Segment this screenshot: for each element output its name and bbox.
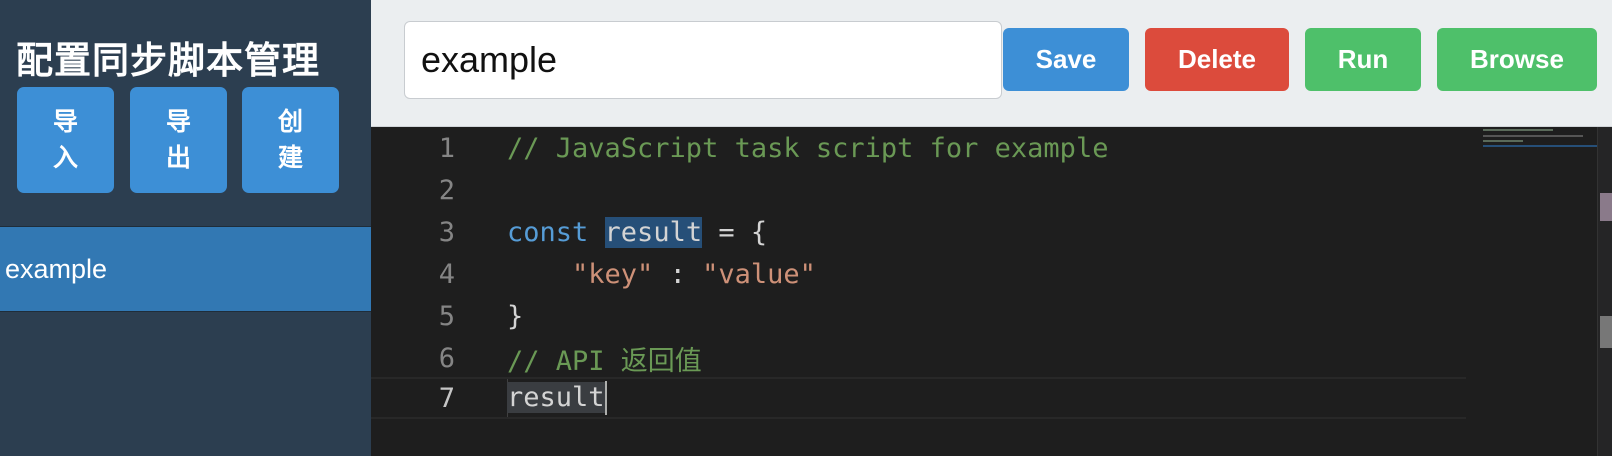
- save-button[interactable]: Save: [1003, 28, 1129, 91]
- editor-header: Save Delete Run Browse: [371, 0, 1612, 127]
- code-text: // API 返回值: [507, 345, 702, 377]
- browse-button[interactable]: Browse: [1437, 28, 1597, 91]
- text-cursor: [604, 381, 607, 415]
- line-number: 6: [438, 342, 455, 374]
- sidebar: 配置同步脚本管理 导入 导出 创建 example: [0, 0, 371, 456]
- sidebar-title: 配置同步脚本管理: [16, 39, 320, 82]
- punctuation-token: :: [653, 258, 703, 290]
- script-list-item-example[interactable]: example: [0, 227, 371, 312]
- run-button[interactable]: Run: [1305, 28, 1421, 91]
- delete-button[interactable]: Delete: [1145, 28, 1289, 91]
- code-line[interactable]: 5 }: [371, 295, 1466, 337]
- line-number: 2: [438, 174, 455, 206]
- code-line-active[interactable]: 7 result: [371, 377, 1466, 419]
- code-text: const result = {: [507, 216, 768, 248]
- import-button-label: 导入: [52, 108, 78, 172]
- code-line[interactable]: 4 "key" : "value": [371, 253, 1466, 295]
- vertical-scrollbar[interactable]: [1597, 127, 1612, 456]
- identifier-token: result: [507, 381, 605, 413]
- line-number: 5: [438, 300, 455, 332]
- minimap[interactable]: [1475, 127, 1597, 456]
- code-line[interactable]: 1 // JavaScript task script for example: [371, 127, 1466, 169]
- line-number: 7: [438, 382, 455, 414]
- code-text: }: [507, 300, 524, 332]
- script-name-input[interactable]: [404, 21, 1002, 99]
- minimap-line: [1483, 129, 1553, 131]
- create-button-label: 创建: [277, 108, 303, 172]
- string-token: "value": [702, 258, 816, 290]
- code-line[interactable]: 3 const result = {: [371, 211, 1466, 253]
- line-number: 3: [438, 216, 455, 248]
- line-number: 1: [438, 132, 455, 164]
- create-button[interactable]: 创建: [242, 87, 339, 193]
- export-button[interactable]: 导出: [130, 87, 227, 193]
- code-line[interactable]: 2: [371, 169, 1466, 211]
- punctuation-token: = {: [702, 216, 768, 248]
- import-button[interactable]: 导入: [17, 87, 114, 193]
- minimap-line: [1483, 135, 1583, 137]
- code-editor[interactable]: 1 // JavaScript task script for example …: [371, 127, 1612, 456]
- string-token: "key": [572, 258, 654, 290]
- code-text: // JavaScript task script for example: [507, 132, 1109, 164]
- code-text: result: [507, 381, 607, 415]
- code-line[interactable]: 6 // API 返回值: [371, 337, 1466, 379]
- scrollbar-marker: [1600, 316, 1612, 348]
- identifier-token: result: [604, 216, 703, 248]
- code-text: "key" : "value": [507, 259, 816, 290]
- line-number: 4: [438, 258, 455, 290]
- minimap-line: [1483, 140, 1523, 142]
- keyword-token: const: [507, 216, 589, 248]
- minimap-line: [1483, 145, 1597, 147]
- export-button-label: 导出: [165, 108, 191, 172]
- scrollbar-marker: [1600, 193, 1612, 221]
